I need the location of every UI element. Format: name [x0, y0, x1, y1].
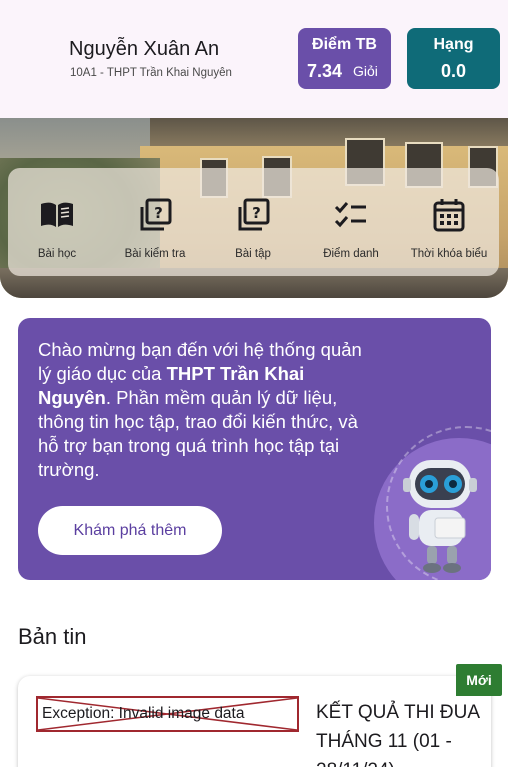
user-name: Nguyễn Xuân An — [69, 38, 220, 60]
rank-value: 0.0 — [440, 61, 467, 81]
gpa-card[interactable]: Điểm TB 7.34 Giỏi — [298, 28, 391, 89]
welcome-card: Chào mừng bạn đến với hệ thống quản lý g… — [18, 318, 491, 580]
welcome-message: Chào mừng bạn đến với hệ thống quản lý g… — [38, 338, 378, 482]
robot-mascot-icon — [403, 460, 477, 573]
checklist-icon — [334, 202, 366, 228]
quiz-icon: ? — [238, 198, 270, 231]
explore-more-button[interactable]: Khám phá thêm — [38, 506, 222, 555]
rank-card[interactable]: Hạng 0.0 — [407, 28, 500, 89]
quick-action-exercises[interactable]: ? Bài tập — [204, 168, 302, 276]
calendar-icon — [433, 199, 465, 232]
news-headline: KẾT QUẢ THI ĐUA THÁNG 11 (01 - 28/11/24) — [316, 702, 479, 767]
user-class: 10A1 - THPT Trần Khai Nguyên — [70, 67, 232, 79]
quick-action-lessons[interactable]: Bài học — [8, 168, 106, 276]
book-open-icon — [41, 202, 73, 227]
news-card[interactable]: Exception: Invalid image data KẾT QUẢ TH… — [18, 676, 491, 767]
image-error-text: Exception: Invalid image data — [42, 705, 245, 722]
svg-text:?: ? — [252, 204, 261, 222]
svg-text:?: ? — [154, 204, 163, 222]
rank-title: Hạng — [433, 36, 474, 53]
quiz-icon: ? — [140, 198, 172, 231]
quick-action-label: Bài tập — [235, 248, 271, 260]
gpa-value: 7.34 — [307, 61, 343, 81]
gpa-rank-label: Giỏi — [353, 63, 378, 79]
quick-actions-bar: Bài học ? Bài kiểm tra ? Bài tập Điểm da… — [8, 168, 499, 276]
quick-action-tests[interactable]: ? Bài kiểm tra — [106, 168, 204, 276]
profile-header: Nguyễn Xuân An 10A1 - THPT Trần Khai Ngu… — [0, 0, 508, 118]
new-badge: Mới — [456, 664, 502, 696]
home-screen: Nguyễn Xuân An 10A1 - THPT Trần Khai Ngu… — [0, 0, 508, 767]
quick-action-attendance[interactable]: Điểm danh — [302, 168, 400, 276]
news-section-title: Bản tin — [18, 624, 87, 649]
news-image-error: Exception: Invalid image data — [36, 696, 299, 732]
quick-action-label: Thời khóa biểu — [410, 248, 488, 260]
quick-action-label: Bài học — [37, 248, 77, 260]
gpa-title: Điểm TB — [312, 36, 377, 53]
quick-action-timetable[interactable]: Thời khóa biểu — [400, 168, 498, 276]
quick-action-label: Điểm danh — [323, 248, 379, 260]
quick-action-label: Bài kiểm tra — [124, 248, 186, 260]
